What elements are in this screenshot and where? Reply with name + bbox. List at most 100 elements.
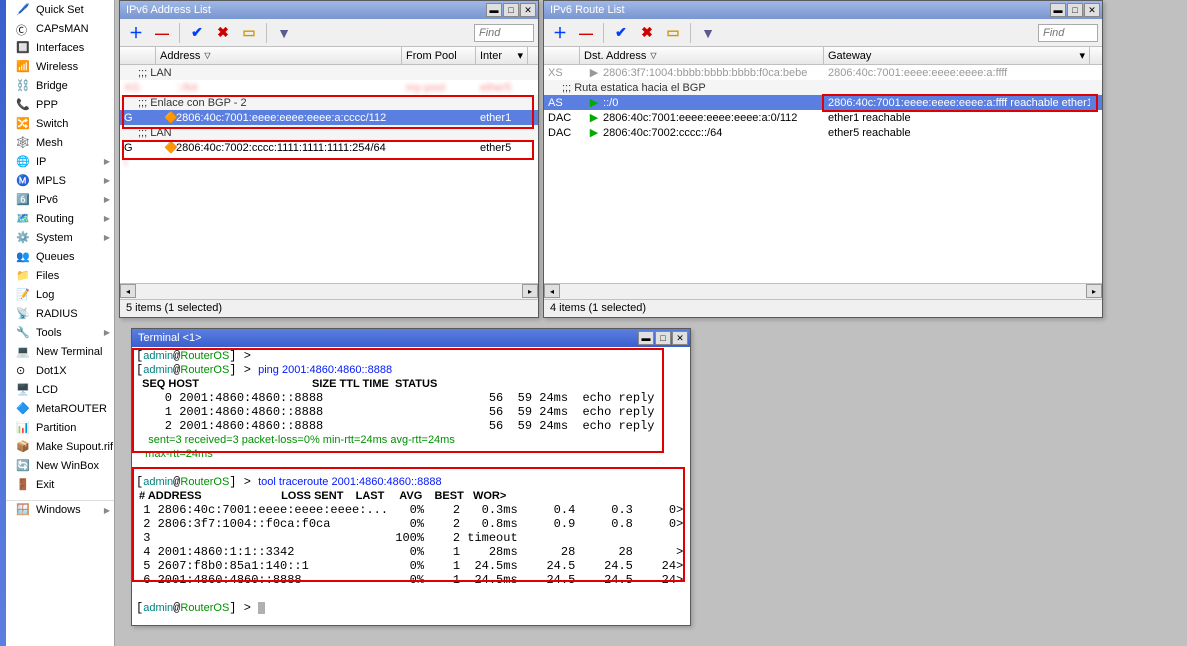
- sidebar-item-quick-set[interactable]: 🖊️Quick Set: [6, 0, 114, 19]
- sidebar-item-partition[interactable]: 📊Partition: [6, 418, 114, 437]
- dst-col[interactable]: Dst. Address▽: [580, 47, 824, 64]
- flag-col[interactable]: [120, 47, 156, 64]
- address-scrollbar[interactable]: ◂ ▸: [120, 283, 538, 299]
- sidebar-item-make-supout.rif[interactable]: 📦Make Supout.rif: [6, 437, 114, 456]
- terminal-titlebar[interactable]: Terminal <1> ▬ □ ✕: [132, 329, 690, 347]
- sidebar-item-exit[interactable]: 🚪Exit: [6, 475, 114, 494]
- sidebar-item-tools[interactable]: 🔧Tools▶: [6, 323, 114, 342]
- scroll-left-button[interactable]: ◂: [120, 284, 136, 298]
- gateway-col[interactable]: Gateway▾: [824, 47, 1090, 64]
- sidebar-item-ipv6[interactable]: 6️⃣IPv6▶: [6, 190, 114, 209]
- sidebar-item-radius[interactable]: 📡RADIUS: [6, 304, 114, 323]
- flag-col[interactable]: [544, 47, 580, 64]
- address-col[interactable]: Address▽: [156, 47, 402, 64]
- maximize-button[interactable]: □: [1067, 3, 1083, 17]
- sidebar-item-metarouter[interactable]: 🔷MetaROUTER: [6, 399, 114, 418]
- sidebar-item-new-terminal[interactable]: 💻New Terminal: [6, 342, 114, 361]
- find-input[interactable]: [474, 24, 534, 42]
- table-comment: ;;; Enlace con BGP - 2: [120, 95, 538, 110]
- menu-icon: 🗺️: [16, 212, 30, 226]
- table-row[interactable]: DAC▶ 2806:40c:7001:eeee:eeee:eeee:a:0/11…: [544, 110, 1102, 125]
- sidebar-item-capsman[interactable]: ⒸCAPsMAN: [6, 19, 114, 38]
- table-row[interactable]: XG::/64my-poolether5: [120, 80, 538, 95]
- table-comment: ;;; LAN: [120, 65, 538, 80]
- minimize-button[interactable]: ▬: [1050, 3, 1066, 17]
- sidebar-item-label: LCD: [36, 384, 58, 396]
- scroll-left-button[interactable]: ◂: [544, 284, 560, 298]
- chevron-right-icon: ▶: [104, 157, 110, 166]
- comment-button[interactable]: ▭: [237, 22, 261, 44]
- filter-button[interactable]: ▼: [696, 22, 720, 44]
- close-button[interactable]: ✕: [520, 3, 536, 17]
- menu-icon: 📊: [16, 421, 30, 435]
- sidebar-item-mesh[interactable]: 🕸️Mesh: [6, 133, 114, 152]
- table-row[interactable]: G🔶2806:40c:7002:cccc:1111:1111:1111:254/…: [120, 140, 538, 155]
- route-title: IPv6 Route List: [550, 4, 1049, 16]
- address-table-header: Address▽ From Pool Inter▾: [120, 47, 538, 65]
- sidebar-item-new-winbox[interactable]: 🔄New WinBox: [6, 456, 114, 475]
- remove-button[interactable]: —: [150, 22, 174, 44]
- maximize-button[interactable]: □: [503, 3, 519, 17]
- menu-icon: 🖥️: [16, 383, 30, 397]
- sidebar-item-queues[interactable]: 👥Queues: [6, 247, 114, 266]
- sidebar-item-switch[interactable]: 🔀Switch: [6, 114, 114, 133]
- table-row[interactable]: AS▶ ::/02806:40c:7001:eeee:eeee:eeee:a:f…: [544, 95, 1102, 110]
- table-row[interactable]: DAC▶ 2806:40c:7002:cccc::/64ether5 reach…: [544, 125, 1102, 140]
- interface-col[interactable]: Inter▾: [476, 47, 528, 64]
- enable-button[interactable]: ✔: [609, 22, 633, 44]
- menu-icon: 🔲: [16, 41, 30, 55]
- route-titlebar[interactable]: IPv6 Route List ▬ □ ✕: [544, 1, 1102, 19]
- terminal-window: Terminal <1> ▬ □ ✕ [admin@RouterOS] > [a…: [131, 328, 691, 626]
- sidebar-item-dot1x[interactable]: ⊙Dot1X: [6, 361, 114, 380]
- sidebar-windows[interactable]: 🪟 Windows ▶: [6, 500, 114, 519]
- route-scrollbar[interactable]: ◂ ▸: [544, 283, 1102, 299]
- maximize-button[interactable]: □: [655, 331, 671, 345]
- enable-button[interactable]: ✔: [185, 22, 209, 44]
- menu-icon: Ⓜ️: [16, 174, 30, 188]
- terminal-output[interactable]: [admin@RouterOS] > [admin@RouterOS] > pi…: [132, 347, 690, 625]
- find-input[interactable]: [1038, 24, 1098, 42]
- sidebar-item-label: Make Supout.rif: [36, 441, 113, 453]
- sidebar: 🖊️Quick SetⒸCAPsMAN🔲Interfaces📶Wireless⛓…: [0, 0, 115, 646]
- address-title: IPv6 Address List: [126, 4, 485, 16]
- sidebar-item-label: Queues: [36, 251, 75, 263]
- sidebar-item-label: Log: [36, 289, 54, 301]
- disable-button[interactable]: ✖: [635, 22, 659, 44]
- sidebar-item-files[interactable]: 📁Files: [6, 266, 114, 285]
- minimize-button[interactable]: ▬: [486, 3, 502, 17]
- scroll-right-button[interactable]: ▸: [1086, 284, 1102, 298]
- table-row[interactable]: XS▶ 2806:3f7:1004:bbbb:bbbb:bbbb:f0ca:be…: [544, 65, 1102, 80]
- sidebar-item-ppp[interactable]: 📞PPP: [6, 95, 114, 114]
- chevron-right-icon: ▶: [104, 176, 110, 185]
- close-button[interactable]: ✕: [1084, 3, 1100, 17]
- sidebar-item-label: Dot1X: [36, 365, 67, 377]
- table-row[interactable]: G🔶2806:40c:7001:eeee:eeee:eeee:a:cccc/11…: [120, 110, 538, 125]
- address-titlebar[interactable]: IPv6 Address List ▬ □ ✕: [120, 1, 538, 19]
- sidebar-item-mpls[interactable]: Ⓜ️MPLS▶: [6, 171, 114, 190]
- menu-icon: 💻: [16, 345, 30, 359]
- sidebar-item-routing[interactable]: 🗺️Routing▶: [6, 209, 114, 228]
- sidebar-item-label: Wireless: [36, 61, 78, 73]
- menu-icon: Ⓒ: [16, 22, 30, 36]
- remove-button[interactable]: —: [574, 22, 598, 44]
- filter-button[interactable]: ▼: [272, 22, 296, 44]
- route-table-body: XS▶ 2806:3f7:1004:bbbb:bbbb:bbbb:f0ca:be…: [544, 65, 1102, 283]
- minimize-button[interactable]: ▬: [638, 331, 654, 345]
- add-button[interactable]: ＋: [124, 22, 148, 44]
- sidebar-item-lcd[interactable]: 🖥️ LCD: [6, 380, 114, 399]
- sidebar-item-interfaces[interactable]: 🔲Interfaces: [6, 38, 114, 57]
- disable-button[interactable]: ✖: [211, 22, 235, 44]
- close-button[interactable]: ✕: [672, 331, 688, 345]
- sidebar-item-label: Files: [36, 270, 59, 282]
- sidebar-item-log[interactable]: 📝Log: [6, 285, 114, 304]
- comment-button[interactable]: ▭: [661, 22, 685, 44]
- scroll-right-button[interactable]: ▸: [522, 284, 538, 298]
- sidebar-item-label: MetaROUTER: [36, 403, 107, 415]
- sidebar-item-system[interactable]: ⚙️System▶: [6, 228, 114, 247]
- sidebar-item-wireless[interactable]: 📶Wireless: [6, 57, 114, 76]
- add-button[interactable]: ＋: [548, 22, 572, 44]
- table-row[interactable]: I: [120, 155, 538, 170]
- sidebar-item-bridge[interactable]: ⛓️Bridge: [6, 76, 114, 95]
- frompool-col[interactable]: From Pool: [402, 47, 476, 64]
- sidebar-item-ip[interactable]: 🌐IP▶: [6, 152, 114, 171]
